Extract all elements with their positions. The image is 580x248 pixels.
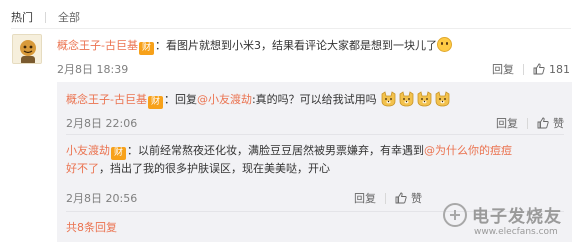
dog-emoji-group bbox=[377, 91, 453, 107]
action-separator bbox=[385, 192, 386, 204]
thumb-up-icon bbox=[533, 63, 545, 75]
like-button[interactable]: 赞 bbox=[395, 190, 422, 206]
dog-emoji-icon bbox=[417, 91, 432, 107]
watermark-title: 电子发烧友 bbox=[472, 207, 562, 227]
main-comment: 概念王子-古巨基财：看图片就想到小米3，结果看评论大家都是想到一块儿了 bbox=[57, 37, 570, 55]
fortune-badge: 财 bbox=[147, 96, 163, 109]
watermark: 电子发烧友 www.elecfans.com bbox=[440, 200, 578, 244]
comment-tabs: 热门 全部 bbox=[11, 8, 80, 26]
tab-hot[interactable]: 热门 bbox=[11, 9, 33, 25]
mention-link[interactable]: @小友渡劫 bbox=[197, 93, 252, 106]
comment-timestamp: 2月8日 18:39 bbox=[57, 63, 129, 76]
fortune-badge: 财 bbox=[111, 147, 126, 160]
reply-text: :真的吗？可以给我试用吗 bbox=[251, 93, 377, 106]
comment-text: ：看图片就想到小米3，结果看评论大家都是想到一块儿了 bbox=[154, 39, 437, 52]
reply-actions: 回复 赞 bbox=[496, 115, 564, 131]
reply-link[interactable]: 回复 bbox=[496, 115, 518, 131]
reply-text: ：以前经常熬夜还化妆，满脸豆豆居然被男票嫌弃，有幸遇到 bbox=[127, 144, 424, 157]
like-count: 181 bbox=[549, 62, 570, 76]
elecfans-logo-icon bbox=[443, 203, 467, 227]
divider bbox=[11, 28, 571, 29]
reply-prefix: ：回复 bbox=[163, 93, 197, 106]
comment-username[interactable]: 概念王子-古巨基 bbox=[57, 39, 138, 52]
reply-timestamp: 2月8日 22:06 bbox=[66, 117, 138, 130]
reply-item: 概念王子-古巨基财：回复@小友渡劫:真的吗？可以给我试用吗 bbox=[66, 91, 564, 109]
avatar[interactable] bbox=[12, 34, 42, 64]
reply-link[interactable]: 回复 bbox=[354, 190, 376, 206]
action-separator bbox=[523, 63, 524, 75]
grin-emoji-icon bbox=[436, 37, 452, 52]
dog-emoji-icon bbox=[381, 91, 396, 107]
watermark-url: www.elecfans.com bbox=[474, 227, 558, 237]
reply-timestamp: 2月8日 20:56 bbox=[66, 192, 138, 205]
comment-actions: 回复 181 bbox=[492, 61, 570, 77]
like-button[interactable]: 181 bbox=[533, 63, 570, 76]
dog-emoji-icon bbox=[399, 91, 414, 107]
reply-item: 小友渡劫财：以前经常熬夜还化妆，满脸豆豆居然被男票嫌弃，有幸遇到@为什么你的痘痘… bbox=[66, 142, 564, 177]
like-button[interactable]: 赞 bbox=[537, 115, 564, 131]
reply-link[interactable]: 回复 bbox=[492, 61, 514, 77]
reply-text-continued: ，挡出了我的很多护肤误区，现在美美哒，开心 bbox=[99, 162, 330, 175]
mention-link-continued[interactable]: 好不了 bbox=[66, 162, 99, 175]
tab-separator bbox=[45, 11, 46, 23]
reply-divider bbox=[66, 134, 564, 135]
thumb-up-icon bbox=[537, 117, 549, 129]
more-replies-link[interactable]: 共8条回复 bbox=[66, 219, 117, 235]
like-label: 赞 bbox=[553, 117, 564, 130]
avatar-cartoon-icon bbox=[13, 35, 41, 63]
reply-actions: 回复 赞 bbox=[354, 190, 422, 206]
dog-emoji-icon bbox=[435, 91, 450, 107]
reply-username[interactable]: 概念王子-古巨基 bbox=[66, 93, 147, 106]
fortune-badge: 财 bbox=[138, 42, 154, 55]
like-label: 赞 bbox=[411, 192, 422, 205]
action-separator bbox=[527, 117, 528, 129]
reply-username[interactable]: 小友渡劫 bbox=[66, 144, 110, 157]
thumb-up-icon bbox=[395, 192, 407, 204]
tab-all[interactable]: 全部 bbox=[58, 9, 80, 25]
mention-link[interactable]: @为什么你的痘痘 bbox=[424, 144, 512, 157]
